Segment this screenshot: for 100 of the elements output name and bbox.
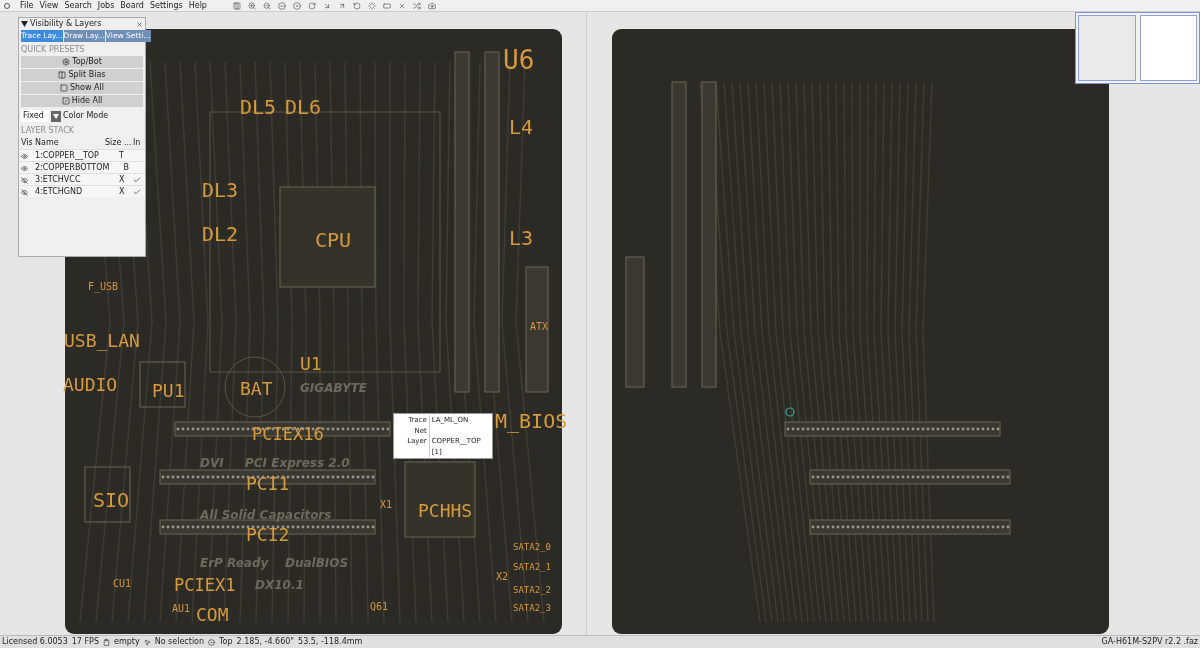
layer-name: 2:COPPERBOTTOM [35,162,110,174]
layer-name: 3:ETCHVCC [35,174,82,186]
layer-side: X [118,186,126,198]
split-icon [58,71,67,79]
component-label: USB_LAN [64,332,140,350]
rotate-icon[interactable] [307,1,316,10]
component-label: DL2 [202,224,239,244]
check-icon[interactable] [133,188,141,196]
dropdown-button[interactable] [51,110,61,122]
arrow-up-icon[interactable] [337,1,346,10]
column-header: In [133,137,142,149]
column-header: Size ... [105,137,133,149]
preset-button[interactable]: Show All [21,82,143,94]
component-label: COM [196,606,229,624]
component-label: X2 [496,572,509,582]
rotate-back-icon[interactable] [352,1,361,10]
menu-item[interactable]: Settings [149,0,183,12]
component-label: DL5 [240,97,277,117]
component-label: PCI1 [246,475,290,493]
dotted-circle-icon[interactable] [367,1,376,10]
component-label: U1 [300,355,322,373]
minimap[interactable] [1075,12,1200,84]
shuffle-icon[interactable] [412,1,421,10]
section-heading: LAYER STACK [20,125,76,137]
license-text: Licensed 6.0053 [2,636,68,648]
menu-item[interactable]: File [20,0,34,12]
preset-button[interactable]: Hide All [21,95,143,107]
menu-item[interactable]: Jobs [97,0,115,12]
component-label: DL6 [285,97,322,117]
rectangle-icon[interactable] [382,1,391,10]
pointer-icon [143,638,151,646]
minimap-back-drawing [1139,15,1197,81]
coords-mm: 53.5, -118.4mm [298,636,363,648]
crossed-square-icon [61,97,70,105]
component-label: BAT [240,380,273,398]
color-mode-label: Color Mode [63,110,109,122]
layer-row[interactable]: 1:COPPER__TOP T [19,149,145,161]
preset-button[interactable]: Top/Bot [21,56,143,68]
collapse-icon[interactable] [21,21,28,27]
component-label: U6 [503,47,535,73]
component-label: L4 [509,117,534,137]
silkscreen-text: PCI Express 2.0 [245,457,350,469]
clipboard-text: empty [114,636,140,648]
component-label: PCIEX1 [174,577,236,594]
file-name: GA-H61M-S2PV r2.2 .faz [1101,636,1198,648]
zoom-out-icon[interactable] [262,1,271,10]
layer-name: 4:ETCHGND [35,186,84,198]
component-label: SATA2_3 [513,604,551,613]
layer-row[interactable]: 4:ETCHGND X [19,185,145,197]
silkscreen-text: All Solid Capacitors [200,509,332,521]
fps-text: 17 FPS [71,636,99,648]
component-label: PCIEX16 [252,426,324,443]
layer-row[interactable]: 3:ETCHVCC X [19,173,145,185]
layer-row[interactable]: 2:COPPERBOTTOM B [19,161,145,173]
component-label: L3 [509,228,534,248]
menu-item[interactable]: Board [120,0,144,12]
layer-name: 1:COPPER__TOP [35,150,100,162]
layer-side: T [118,150,125,162]
silkscreen-text: GIGABYTE [300,382,367,394]
selection-text: No selection [154,636,205,648]
component-label: Q61 [370,602,389,612]
minimap-front-drawing [1078,15,1136,81]
target-icon [208,638,216,646]
component-label: SATA2_0 [513,543,551,552]
zoom-in-icon[interactable] [247,1,256,10]
component-label: SATA2_2 [513,586,551,595]
silkscreen-text: ErP Ready [200,557,269,569]
menu-item[interactable]: Help [188,0,207,12]
component-label: CPU [315,230,352,250]
section-heading: QUICK PRESETS [20,44,86,56]
column-header: Name [35,137,60,149]
component-label: F_USB [88,282,119,292]
minus-circle-icon[interactable] [277,1,286,10]
layer-side: B [122,162,130,174]
clipboard-icon [103,638,110,646]
component-label: AU1 [172,604,191,614]
silkscreen-text: DX10.1 [255,579,304,591]
target-icon[interactable] [292,1,301,10]
component-label: PCHHS [418,502,473,520]
dropdown-arrow-icon [53,113,59,119]
component-label: PU1 [152,382,185,400]
menu-item[interactable]: View [39,0,59,12]
arrow-down-icon[interactable] [322,1,331,10]
component-label: SIO [93,490,130,510]
silkscreen-text: DVI [200,457,224,469]
layer-side: X [118,174,126,186]
close-icon[interactable] [397,1,406,10]
coords-inches: 2.185, -4.660" [236,636,295,648]
color-mode-field[interactable]: Fixed [21,110,49,122]
component-label: CU1 [113,579,132,589]
columns-icon[interactable] [232,1,241,10]
component-label: DL3 [202,180,239,200]
menu-item[interactable]: Search [64,0,92,12]
camera-icon[interactable] [427,1,436,10]
square-icon [59,84,68,92]
close-icon[interactable] [136,20,143,28]
check-icon[interactable] [133,176,141,184]
component-label: SATA2_1 [513,563,551,572]
gear-icon [62,58,71,66]
preset-button[interactable]: Split Bias [21,69,143,81]
